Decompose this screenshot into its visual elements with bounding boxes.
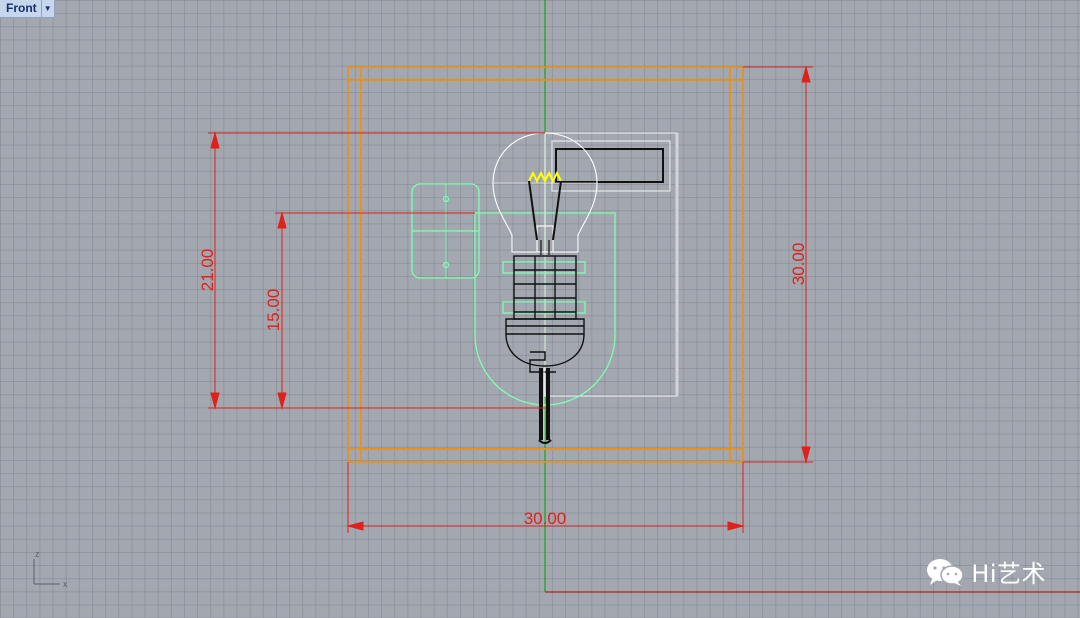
axis-widget: z x [33,549,68,589]
dimension-30-horizontal-label: 30.00 [524,509,567,528]
watermark-text: Hi艺术 [971,560,1046,588]
dimension-21[interactable] [208,131,545,410]
front-viewport[interactable]: 21.00 15.00 30.00 30.00 z x Front ▼ Hi艺术 [0,0,1080,618]
bulb-glass[interactable] [492,132,598,253]
dimension-15-label: 15.00 [264,289,283,332]
axis-x-label: x [63,579,68,589]
dimension-15[interactable] [275,211,475,410]
chevron-down-icon[interactable]: ▼ [40,0,54,17]
watermark: Hi艺术 [925,554,1046,589]
axis-z-label: z [35,549,40,559]
scene-canvas[interactable]: 21.00 15.00 30.00 30.00 z x [0,0,1080,618]
dimension-21-label: 21.00 [198,249,217,292]
viewport-title-tab[interactable]: Front ▼ [0,0,55,18]
wechat-icon [927,558,965,586]
switch-box[interactable] [555,148,664,183]
viewport-title[interactable]: Front [0,0,41,17]
dimension-30-vertical-label: 30.00 [789,243,808,286]
back-plate[interactable] [544,132,679,397]
